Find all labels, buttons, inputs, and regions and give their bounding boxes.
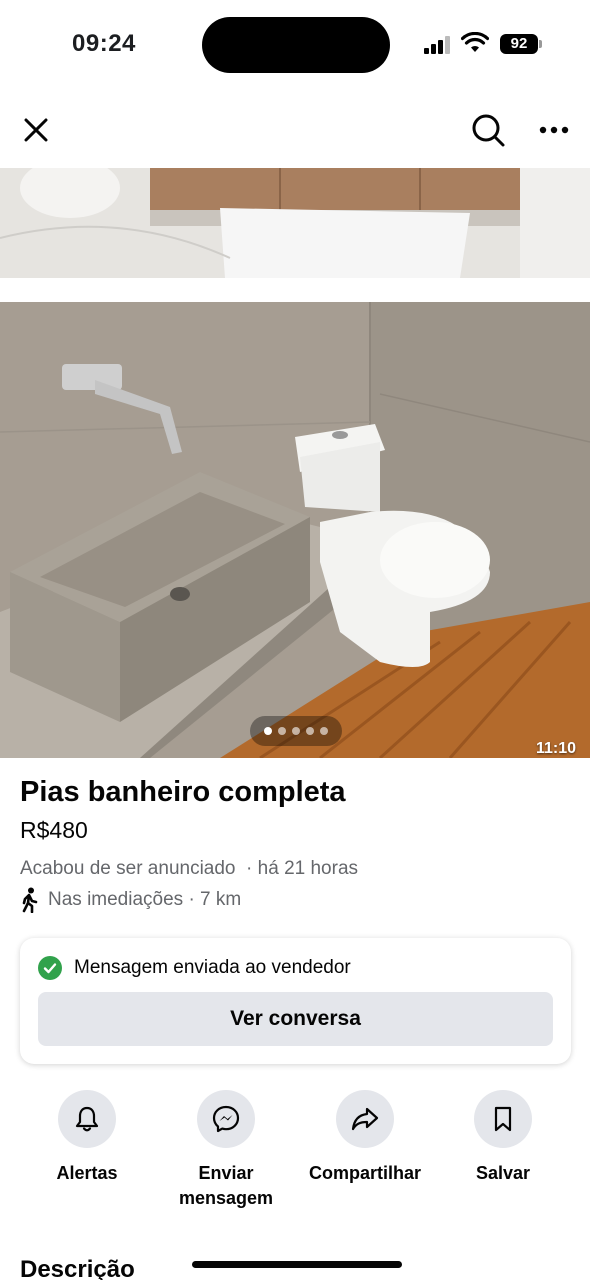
view-conversation-button[interactable]: Ver conversa (38, 992, 553, 1046)
description-heading: Descrição (20, 1256, 135, 1280)
wifi-icon (461, 32, 489, 52)
share-label: Compartilhar (308, 1163, 422, 1183)
close-icon (24, 118, 48, 142)
close-button[interactable] (16, 110, 56, 150)
save-circle[interactable] (474, 1090, 532, 1148)
bathroom-photo-top (0, 168, 590, 278)
listing-price: R$480 (20, 817, 88, 843)
save-button[interactable]: Salvar (433, 1090, 573, 1186)
bathroom-photo-main (0, 302, 590, 758)
send-message-button[interactable]: Enviar mensagem (156, 1090, 296, 1211)
battery-indicator: 92 (500, 34, 538, 54)
action-bar: Alertas Enviar mensagem Compartilhar Sal… (0, 1090, 590, 1220)
location-text: Nas imediações · 7 km (48, 889, 242, 910)
carousel-indicator[interactable] (250, 716, 342, 746)
share-icon (351, 1107, 379, 1131)
walking-person-icon (22, 887, 38, 913)
alerts-circle[interactable] (58, 1090, 116, 1148)
messenger-icon (212, 1105, 240, 1133)
check-circle-icon (38, 956, 62, 980)
alerts-label: Alertas (56, 1163, 118, 1183)
message-status-text: Mensagem enviada ao vendedor (74, 957, 351, 978)
status-bar: 09:24 92 (0, 0, 590, 90)
listed-time: Acabou de ser anunciado · há 21 horas (20, 858, 359, 879)
listing-title: Pias banheiro completa (20, 776, 346, 808)
search-button[interactable] (468, 110, 508, 150)
more-options-button[interactable] (534, 110, 574, 150)
listing-photo-main[interactable] (0, 302, 590, 758)
search-icon (472, 114, 505, 147)
location-row[interactable]: Nas imediações · 7 km (18, 886, 241, 914)
carousel-dot-3[interactable] (292, 727, 300, 735)
send-message-circle[interactable] (197, 1090, 255, 1148)
carousel-dot-2[interactable] (278, 727, 286, 735)
bell-icon (75, 1106, 99, 1132)
nav-bar (0, 100, 590, 160)
home-indicator[interactable] (192, 1261, 402, 1268)
video-duration: 11:10 (536, 740, 577, 757)
more-icon (539, 126, 569, 134)
alerts-button[interactable]: Alertas (17, 1090, 157, 1186)
carousel-dot-1[interactable] (264, 727, 272, 735)
image-separator (0, 278, 590, 302)
cellular-signal-icon (424, 36, 454, 54)
send-message-label: Enviar mensagem (178, 1163, 274, 1208)
carousel-dot-4[interactable] (306, 727, 314, 735)
save-label: Salvar (475, 1163, 531, 1183)
status-time: 09:24 (72, 30, 136, 57)
message-sent-card: Mensagem enviada ao vendedor Ver convers… (20, 938, 571, 1064)
dynamic-island (202, 17, 390, 73)
battery-tip (539, 40, 542, 48)
bookmark-icon (494, 1106, 512, 1132)
carousel-dot-5[interactable] (320, 727, 328, 735)
message-status: Mensagem enviada ao vendedor (38, 956, 351, 980)
share-button[interactable]: Compartilhar (295, 1090, 435, 1186)
listing-photo-preview[interactable] (0, 168, 590, 278)
share-circle[interactable] (336, 1090, 394, 1148)
